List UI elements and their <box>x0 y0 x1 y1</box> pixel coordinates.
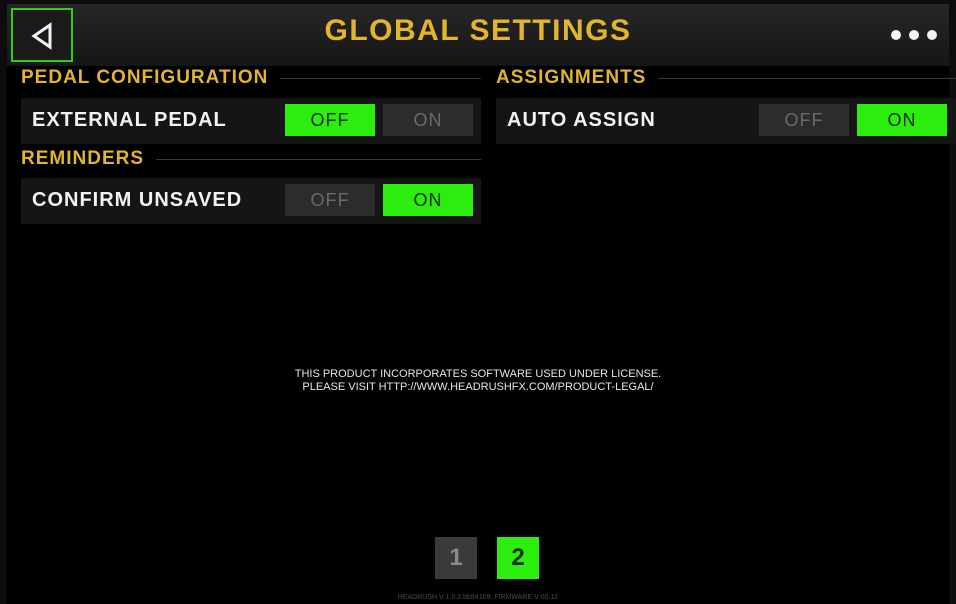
setting-row-confirm-unsaved: CONFIRM UNSAVED OFF ON <box>21 178 481 224</box>
section-heading-reminders: REMINDERS <box>21 147 481 171</box>
more-button[interactable] <box>886 22 942 46</box>
setting-label: EXTERNAL PEDAL <box>32 109 227 131</box>
more-dots-icon <box>927 30 937 40</box>
setting-row-auto-assign: AUTO ASSIGN OFF ON <box>496 98 956 144</box>
section-heading-assignments: ASSIGNMENTS <box>496 66 956 90</box>
section-divider <box>156 158 481 160</box>
setting-row-external-pedal: EXTERNAL PEDAL OFF ON <box>21 98 481 144</box>
section-title: ASSIGNMENTS <box>496 67 647 88</box>
page-2-button[interactable]: 2 <box>497 537 539 579</box>
setting-label: AUTO ASSIGN <box>507 109 656 131</box>
section-title: REMINDERS <box>21 148 145 169</box>
external-pedal-off-button[interactable]: OFF <box>285 104 375 136</box>
license-line-1: THIS PRODUCT INCORPORATES SOFTWARE USED … <box>294 368 662 380</box>
setting-label: CONFIRM UNSAVED <box>32 189 243 211</box>
version-footer: HEADRUSH V 1.0.2.bb94109. FIRMWARE V 00.… <box>397 594 559 601</box>
page-1-button[interactable]: 1 <box>435 537 477 579</box>
confirm-unsaved-off-button[interactable]: OFF <box>285 184 375 216</box>
license-line-2: PLEASE VISIT HTTP://WWW.HEADRUSHFX.COM/P… <box>302 381 654 393</box>
auto-assign-on-button[interactable]: ON <box>857 104 947 136</box>
screen-frame <box>7 4 949 604</box>
section-heading-pedal-configuration: PEDAL CONFIGURATION <box>21 66 481 90</box>
auto-assign-off-button[interactable]: OFF <box>759 104 849 136</box>
more-dots-icon <box>891 30 901 40</box>
page-title: GLOBAL SETTINGS <box>324 14 632 47</box>
external-pedal-on-button[interactable]: ON <box>383 104 473 136</box>
section-divider <box>280 77 481 79</box>
section-title: PEDAL CONFIGURATION <box>21 67 269 88</box>
confirm-unsaved-on-button[interactable]: ON <box>383 184 473 216</box>
section-divider <box>658 77 956 79</box>
more-dots-icon <box>909 30 919 40</box>
license-notice: THIS PRODUCT INCORPORATES SOFTWARE USED … <box>0 368 956 394</box>
